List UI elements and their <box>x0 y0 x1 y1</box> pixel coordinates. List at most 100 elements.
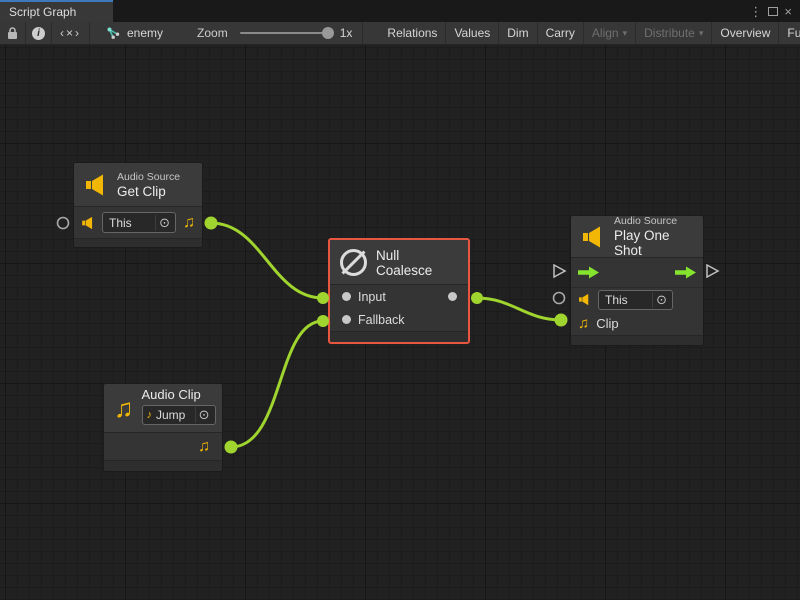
code-view-button[interactable]: ‹×› <box>52 22 90 44</box>
port-row-clip: ♫ Clip <box>571 311 703 335</box>
node-null-coalesce[interactable]: Null Coalesce Input Fallback <box>328 238 470 344</box>
node-header[interactable]: ♫ Audio Clip ♪ Jump ⊙ <box>104 384 222 433</box>
port-row-this: This ⊙ ♫ <box>74 207 202 238</box>
node-title: Play One Shot <box>614 228 693 258</box>
audio-clip-mini-icon: ♪ <box>147 410 153 421</box>
lock-button[interactable] <box>0 22 26 44</box>
clip-input-icon: ♫ <box>578 316 589 331</box>
null-coalesce-icon <box>340 249 367 276</box>
fallback-port-label: Fallback <box>358 313 405 327</box>
info-button[interactable]: i <box>26 22 52 44</box>
clip-value: Jump <box>156 408 190 422</box>
this-value: This <box>109 216 150 230</box>
wire-endpoint[interactable] <box>471 292 483 304</box>
align-button[interactable]: Align ▾ <box>584 22 636 44</box>
flow-in-triangle[interactable] <box>554 265 565 277</box>
window-controls: ⋮ × <box>749 0 800 22</box>
node-type-label: Audio Source <box>614 215 693 227</box>
wire-getclip-to-input[interactable] <box>211 223 323 298</box>
audio-clip-icon: ♫ <box>114 395 134 421</box>
distribute-button[interactable]: Distribute ▾ <box>636 22 712 44</box>
tab-bar: Script Graph ⋮ × <box>0 0 800 22</box>
play-one-shot-this-port[interactable] <box>554 293 565 304</box>
script-graph-window: Script Graph ⋮ × i ‹×› <box>0 0 800 600</box>
overview-button[interactable]: Overview <box>712 22 779 44</box>
flow-out-triangle[interactable] <box>707 265 718 277</box>
wire-endpoint[interactable] <box>317 292 329 304</box>
node-type-label: Audio Source <box>117 171 180 183</box>
overview-label: Overview <box>720 26 770 40</box>
wire-endpoint[interactable] <box>205 217 218 230</box>
this-object-field[interactable]: This ⊙ <box>102 212 176 233</box>
node-footer <box>74 238 202 247</box>
dim-label: Dim <box>507 26 528 40</box>
audio-clip-object-field[interactable]: ♪ Jump ⊙ <box>142 405 216 425</box>
object-picker-icon[interactable]: ⊙ <box>195 407 213 423</box>
info-icon: i <box>32 27 45 40</box>
graph-canvas[interactable]: Audio Source Get Clip This ⊙ ♫ <box>0 45 800 600</box>
graph-name: enemy <box>127 26 163 40</box>
this-value: This <box>605 293 647 307</box>
port-row-fallback: Fallback <box>330 308 468 331</box>
node-play-one-shot[interactable]: Audio Source Play One Shot This <box>570 215 704 346</box>
relations-button[interactable]: Relations <box>379 22 446 44</box>
kebab-menu-icon[interactable]: ⋮ <box>749 5 762 18</box>
chevron-down-icon: ▾ <box>623 28 628 39</box>
align-label: Align <box>592 26 619 40</box>
carry-button[interactable]: Carry <box>538 22 584 44</box>
node-header[interactable]: Audio Source Get Clip <box>74 163 202 207</box>
fullscreen-button[interactable]: Full Screen <box>779 22 800 44</box>
zoom-slider[interactable] <box>240 32 332 34</box>
node-footer <box>571 335 703 345</box>
audio-source-icon <box>81 216 95 230</box>
result-output-port[interactable] <box>448 292 457 301</box>
toolbar-spacer <box>363 22 379 44</box>
port-row-input: Input <box>330 285 468 308</box>
flow-out-arrow-icon[interactable] <box>675 266 696 279</box>
audio-source-icon <box>581 225 605 249</box>
relations-label: Relations <box>387 26 437 40</box>
audio-clip-output-icon[interactable]: ♫ <box>183 215 195 231</box>
input-port-label: Input <box>358 290 386 304</box>
graph-info-section: enemy Zoom 1x <box>90 22 363 44</box>
wire-endpoint[interactable] <box>555 314 568 327</box>
node-footer <box>330 331 468 342</box>
node-title: Audio Clip <box>142 387 216 402</box>
get-clip-this-port[interactable] <box>58 218 69 229</box>
this-object-field[interactable]: This ⊙ <box>598 290 673 310</box>
zoom-value: 1x <box>340 26 353 40</box>
maximize-icon[interactable] <box>768 7 778 16</box>
audio-clip-output-icon[interactable]: ♫ <box>198 439 210 455</box>
clip-port-label: Clip <box>596 316 618 331</box>
values-button[interactable]: Values <box>446 22 499 44</box>
wire-audioclip-to-fallback[interactable] <box>231 321 323 447</box>
object-picker-icon[interactable]: ⊙ <box>652 292 670 308</box>
node-get-clip[interactable]: Audio Source Get Clip This ⊙ ♫ <box>73 162 203 248</box>
audio-source-icon <box>84 173 108 197</box>
node-header[interactable]: Null Coalesce <box>330 240 468 285</box>
flow-in-arrow-icon[interactable] <box>578 266 599 279</box>
input-port[interactable] <box>342 292 351 301</box>
object-picker-icon[interactable]: ⊙ <box>155 215 173 231</box>
node-title: Get Clip <box>117 184 180 199</box>
carry-label: Carry <box>546 26 575 40</box>
tab-script-graph[interactable]: Script Graph <box>0 0 113 22</box>
wire-endpoint[interactable] <box>317 315 329 327</box>
graph-toolbar: i ‹×› enemy Zoom 1x Relations Values Dim… <box>0 22 800 45</box>
fallback-port[interactable] <box>342 315 351 324</box>
node-header[interactable]: Audio Source Play One Shot <box>571 216 703 258</box>
close-icon[interactable]: × <box>784 5 792 18</box>
node-audio-clip[interactable]: ♫ Audio Clip ♪ Jump ⊙ ♫ <box>103 383 223 472</box>
script-graph-asset-icon <box>106 26 121 40</box>
control-flow-row <box>571 258 703 288</box>
zoom-slider-handle[interactable] <box>322 27 334 39</box>
port-row-output: ♫ <box>104 433 222 460</box>
zoom-label: Zoom <box>197 26 228 40</box>
wire-null-to-clip[interactable] <box>477 298 561 320</box>
node-title: Null Coalesce <box>376 248 458 278</box>
chevron-down-icon: ▾ <box>699 28 704 39</box>
values-label: Values <box>454 26 490 40</box>
dim-button[interactable]: Dim <box>499 22 537 44</box>
wire-endpoint[interactable] <box>225 441 238 454</box>
fullscreen-label: Full Screen <box>787 26 800 40</box>
